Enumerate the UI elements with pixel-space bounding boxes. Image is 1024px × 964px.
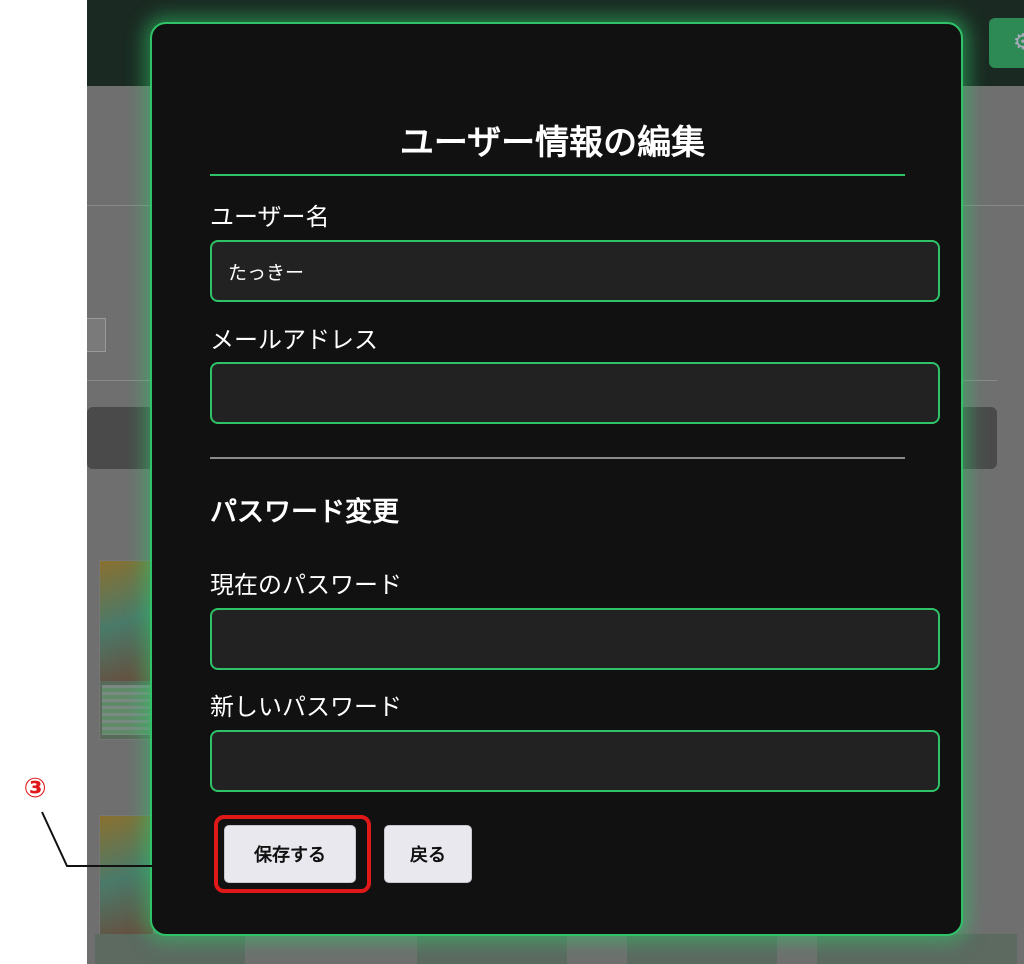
background-card <box>99 560 154 740</box>
password-section-heading: パスワード変更 <box>210 497 399 528</box>
new-password-input[interactable] <box>210 730 940 792</box>
background-card-caption <box>417 934 567 964</box>
edit-user-modal: ユーザー情報の編集 ユーザー名 メールアドレス パスワード変更 現在のパスワード… <box>150 22 963 936</box>
username-input[interactable] <box>210 240 940 302</box>
back-button[interactable]: 戻る <box>384 825 472 883</box>
background-card-caption <box>627 934 777 964</box>
title-divider <box>210 174 905 176</box>
username-label: ユーザー名 <box>210 203 330 231</box>
email-label: メールアドレス <box>210 326 378 354</box>
new-password-label: 新しいパスワード <box>210 693 402 721</box>
email-input[interactable] <box>210 362 940 424</box>
background-input <box>87 318 106 352</box>
background-card-caption <box>95 934 245 964</box>
background-card-caption <box>817 934 1017 964</box>
current-password-input[interactable] <box>210 608 940 670</box>
step-number-marker: ③ <box>23 773 47 804</box>
modal-title: ユーザー情報の編集 <box>399 123 706 163</box>
gear-icon: ⚙ <box>1013 30 1024 55</box>
save-button-highlight <box>214 815 371 893</box>
current-password-label: 現在のパスワード <box>210 571 402 599</box>
section-divider <box>210 457 905 459</box>
background-card <box>99 815 154 936</box>
screen: ⚙ ユーザー情報の編集 ユーザー名 メールアドレス パスワード変更 現在のパスワ… <box>0 0 1024 964</box>
background-settings-button: ⚙ <box>989 18 1024 68</box>
